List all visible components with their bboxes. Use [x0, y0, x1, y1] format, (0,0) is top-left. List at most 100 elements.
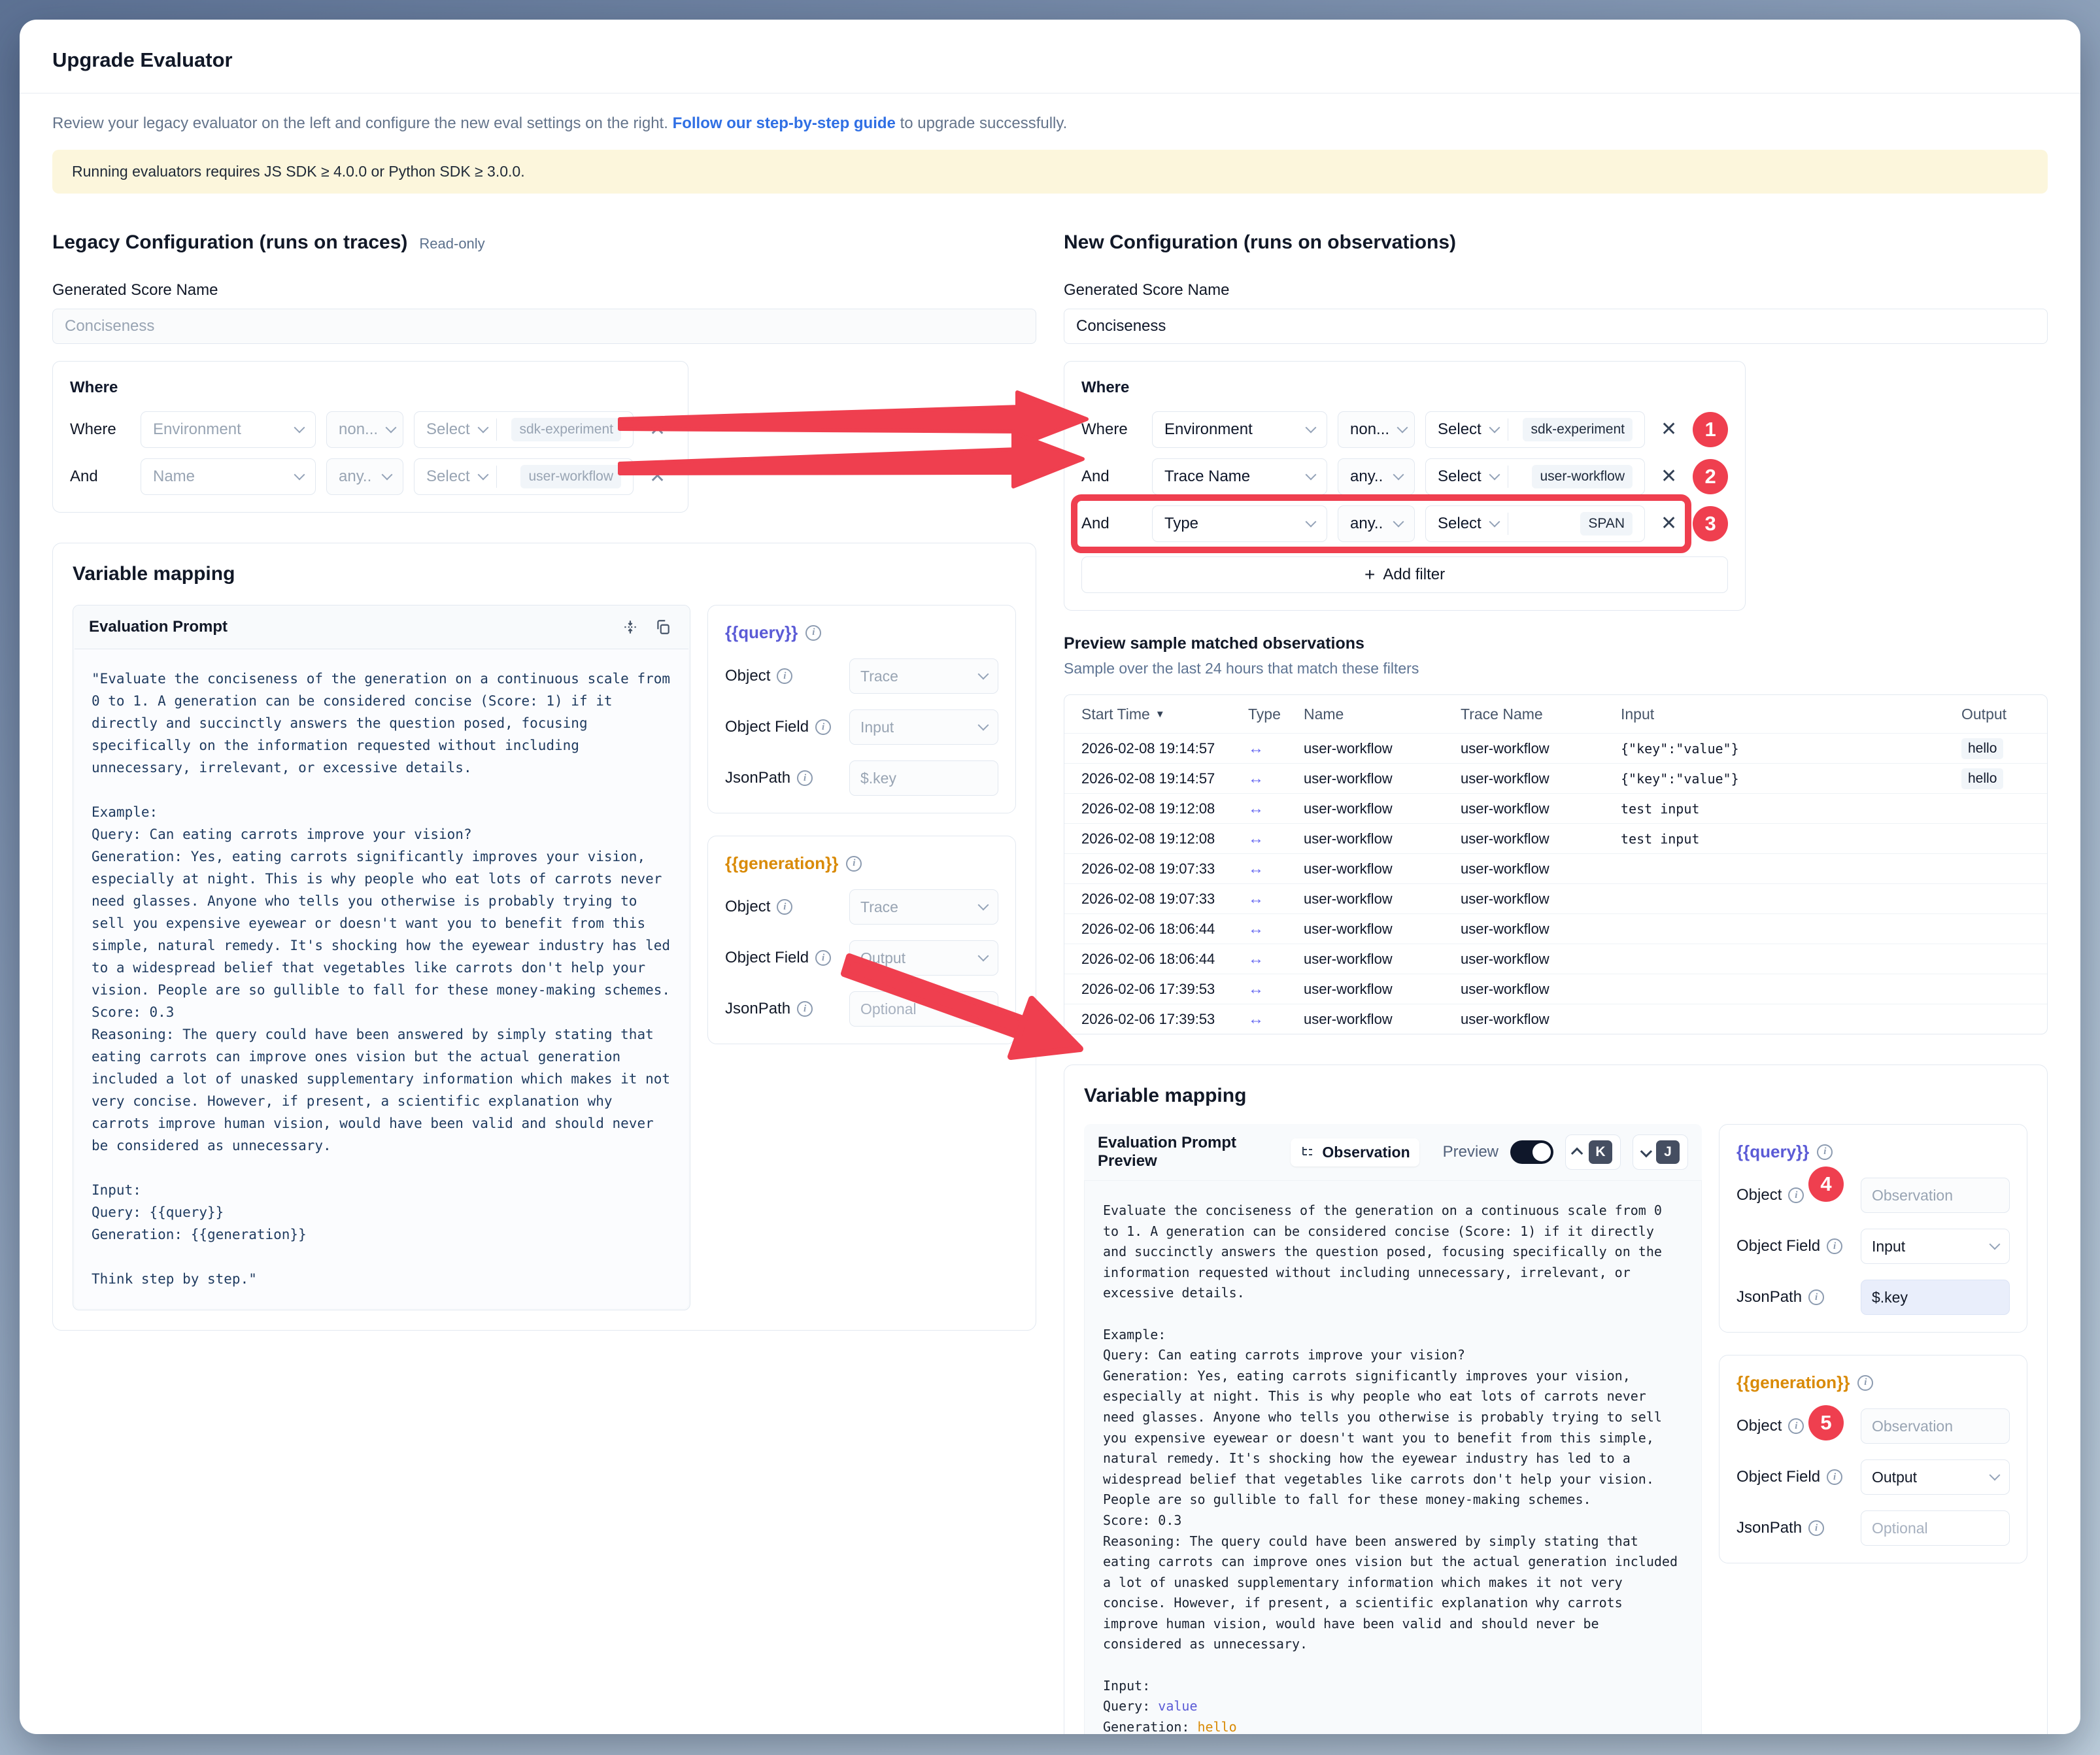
observations-table: Start Time▼ Type Name Trace Name Input O… — [1064, 694, 2048, 1034]
object-field-select[interactable]: Input — [1861, 1229, 2010, 1264]
new-variable-mapping-card: Variable mapping Evaluation Prompt Previ… — [1064, 1065, 2048, 1734]
filter-column-value: Environment — [153, 420, 241, 439]
object-value: Trace — [860, 668, 898, 685]
object-field-label: Object Field — [1736, 1237, 1820, 1255]
preview-toggle-label: Preview — [1443, 1143, 1499, 1161]
jsonpath-label: JsonPath — [1736, 1519, 1802, 1537]
filter-column-value: Type — [1164, 515, 1198, 533]
filter-select-label: Select — [1438, 420, 1482, 439]
table-row[interactable]: 2026-02-06 17:39:53↔user-workflowuser-wo… — [1064, 974, 2047, 1004]
remove-filter-button[interactable]: ✕ — [1655, 464, 1682, 489]
filter-value-select[interactable]: SelectSPAN — [1425, 505, 1645, 542]
filter-select-label: Select — [1438, 468, 1482, 486]
table-row[interactable]: 2026-02-08 19:07:33↔user-workflowuser-wo… — [1064, 853, 2047, 883]
filter-connector: Where — [1081, 420, 1142, 439]
chevron-down-icon — [1306, 517, 1317, 528]
readonly-badge: Read-only — [419, 235, 484, 252]
jsonpath-input — [849, 760, 998, 796]
table-row[interactable]: 2026-02-06 18:06:44↔user-workflowuser-wo… — [1064, 944, 2047, 974]
info-icon: i — [805, 625, 821, 641]
info-icon: i — [777, 899, 792, 915]
remove-filter-button[interactable]: ✕ — [1655, 417, 1682, 442]
filter-operator-value: non... — [1350, 420, 1389, 439]
filter-column-select[interactable]: Environment — [1152, 411, 1327, 448]
preview-subtitle: Sample over the last 24 hours that match… — [1064, 660, 2048, 677]
info-icon: i — [797, 770, 813, 786]
jsonpath-input[interactable] — [1861, 1510, 2010, 1546]
table-row[interactable]: 2026-02-08 19:07:33↔user-workflowuser-wo… — [1064, 883, 2047, 913]
jsonpath-input — [849, 991, 998, 1027]
filter-operator-select[interactable]: any.. — [1338, 458, 1415, 495]
filter-operator-select[interactable]: non... — [1338, 411, 1415, 448]
add-filter-button[interactable]: + Add filter — [1081, 556, 1728, 593]
sdk-requirement-banner: Running evaluators requires JS SDK ≥ 4.0… — [52, 150, 2048, 194]
filter-column-select[interactable]: Trace Name — [1152, 458, 1327, 495]
copy-icon[interactable] — [652, 616, 674, 638]
expand-icon[interactable] — [619, 616, 641, 638]
jsonpath-input[interactable] — [1861, 1280, 2010, 1315]
info-icon: i — [1788, 1418, 1804, 1434]
next-shortcut-button[interactable]: J — [1633, 1134, 1688, 1170]
new-filter-row-1: Where Environment non... Select sdk-exper… — [1081, 411, 1728, 448]
new-score-name-label: Generated Score Name — [1064, 281, 2048, 299]
generation-variable-label: {{generation}} — [1736, 1372, 1850, 1393]
preview-toggle[interactable] — [1510, 1140, 1553, 1164]
filter-value-badge: sdk-experiment — [1523, 418, 1633, 441]
legacy-score-name-input — [52, 309, 1036, 344]
chevron-down-icon — [477, 422, 488, 434]
object-value: Observation — [1872, 1418, 1953, 1435]
object-field-select: Input — [849, 709, 998, 745]
filter-value-select[interactable]: Select user-workflow — [1425, 458, 1645, 495]
column-start-time[interactable]: Start Time — [1081, 706, 1150, 723]
filter-column-value: Name — [153, 468, 195, 486]
table-row[interactable]: 2026-02-08 19:14:57↔user-workflowuser-wo… — [1064, 763, 2047, 793]
object-field-select[interactable]: Output — [1861, 1459, 2010, 1495]
table-row[interactable]: 2026-02-08 19:14:57↔user-workflowuser-wo… — [1064, 733, 2047, 763]
new-query-mapping-card: {{query}}i 4 Objecti Observation Object … — [1719, 1124, 2027, 1333]
page-title: Upgrade Evaluator — [52, 48, 2048, 72]
preview-toolbar: Evaluation Prompt Preview Observation Pr… — [1084, 1124, 1702, 1180]
filter-value-select[interactable]: Select sdk-experiment — [1425, 411, 1645, 448]
table-header-row: Start Time▼ Type Name Trace Name Input O… — [1064, 695, 2047, 733]
preview-title: Preview sample matched observations — [1064, 634, 2048, 653]
filter-select-label: Select — [426, 420, 470, 439]
observation-chip[interactable]: Observation — [1291, 1138, 1419, 1167]
evaluation-prompt-preview-text[interactable]: Evaluate the conciseness of the generati… — [1084, 1180, 1702, 1734]
chevron-down-icon — [978, 669, 989, 680]
legacy-title: Legacy Configuration (runs on traces) — [52, 231, 407, 254]
new-config-title: New Configuration (runs on observations) — [1064, 231, 1456, 254]
filter-column-value: Environment — [1164, 420, 1253, 439]
new-score-name-input[interactable] — [1064, 309, 2048, 344]
filter-operator-select[interactable]: any.. — [1338, 505, 1415, 542]
table-row[interactable]: 2026-02-06 17:39:53↔user-workflowuser-wo… — [1064, 1004, 2047, 1034]
table-row[interactable]: 2026-02-08 19:12:08↔user-workflowuser-wo… — [1064, 793, 2047, 823]
table-row[interactable]: 2026-02-06 18:06:44↔user-workflowuser-wo… — [1064, 913, 2047, 944]
step-by-step-guide-link[interactable]: Follow our step-by-step guide — [673, 114, 896, 132]
intro-after: to upgrade successfully. — [896, 114, 1067, 132]
column-name: Name — [1304, 706, 1461, 723]
filter-column-select: Environment — [141, 411, 316, 448]
legacy-evaluation-prompt-text[interactable]: "Evaluate the conciseness of the generat… — [75, 649, 688, 1308]
remove-filter-button[interactable]: ✕ — [1655, 511, 1682, 536]
filter-column-select[interactable]: Type — [1152, 505, 1327, 542]
filter-value-badge: user-workflow — [1532, 465, 1633, 488]
intro-text: Review your legacy evaluator on the left… — [20, 94, 2080, 133]
filter-value-select: Selectsdk-experiment — [414, 411, 634, 448]
span-type-icon: ↔ — [1248, 920, 1304, 938]
new-generation-mapping-card: {{generation}}i 5 Objecti Observation Ob… — [1719, 1355, 2027, 1563]
close-icon: ✕ — [1661, 466, 1677, 487]
legacy-configuration-panel: Legacy Configuration (runs on traces) Re… — [52, 231, 1036, 1331]
filter-connector: And — [1081, 468, 1142, 486]
table-row[interactable]: 2026-02-08 19:12:08↔user-workflowuser-wo… — [1064, 823, 2047, 853]
span-type-icon: ↔ — [1248, 890, 1304, 908]
span-type-icon: ↔ — [1248, 950, 1304, 968]
evaluation-prompt-preview-title: Evaluation Prompt Preview — [1098, 1134, 1279, 1170]
jsonpath-label: JsonPath — [1736, 1288, 1802, 1306]
preview-observations-section: Preview sample matched observations Samp… — [1064, 634, 2048, 1034]
tree-list-icon — [1300, 1144, 1315, 1160]
chevron-down-icon — [386, 422, 397, 434]
previous-shortcut-button[interactable]: K — [1565, 1134, 1621, 1170]
dialog-titlebar: Upgrade Evaluator — [20, 20, 2080, 94]
new-where-title: Where — [1081, 379, 1728, 397]
filter-connector: And — [70, 468, 130, 486]
